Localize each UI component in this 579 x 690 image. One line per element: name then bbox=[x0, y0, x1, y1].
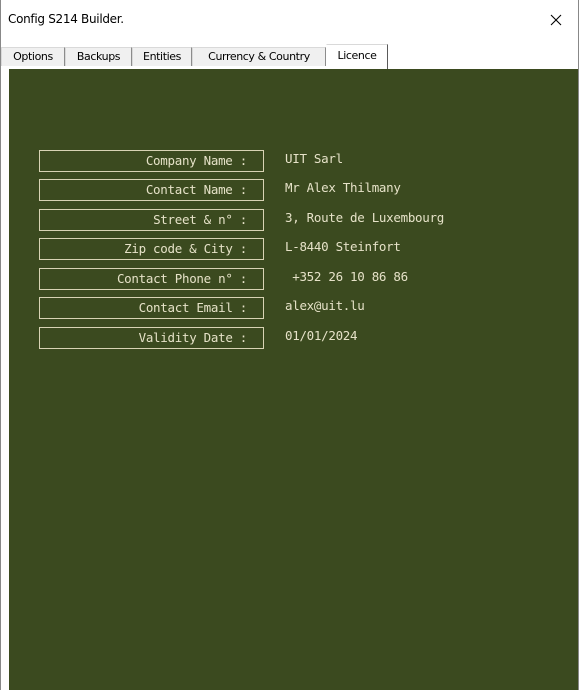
licence-panel: Company Name : UIT Sarl Contact Name : M… bbox=[8, 68, 578, 690]
validity-date-label: Validity Date : bbox=[39, 327, 264, 349]
validity-date-value: 01/01/2024 bbox=[285, 328, 358, 343]
street-label: Street & n° : bbox=[39, 209, 264, 231]
window-title: Config S214 Builder. bbox=[8, 12, 124, 26]
contact-phone-label: Contact Phone n° : bbox=[39, 268, 264, 290]
close-button[interactable] bbox=[534, 0, 578, 40]
contact-phone-value: +352 26 10 86 86 bbox=[285, 269, 408, 284]
tab-licence[interactable]: Licence bbox=[326, 44, 388, 69]
tab-currency-country[interactable]: Currency & Country bbox=[192, 47, 326, 66]
company-name-label: Company Name : bbox=[39, 150, 264, 172]
company-name-value: UIT Sarl bbox=[285, 151, 343, 166]
tab-backups[interactable]: Backups bbox=[65, 47, 132, 66]
close-icon bbox=[550, 14, 562, 26]
zip-city-value: L-8440 Steinfort bbox=[285, 239, 401, 254]
street-value: 3, Route de Luxembourg bbox=[285, 210, 444, 225]
contact-email-value: alex@uit.lu bbox=[285, 298, 365, 313]
contact-name-label: Contact Name : bbox=[39, 179, 264, 201]
tab-entities[interactable]: Entities bbox=[132, 47, 192, 66]
title-bar: Config S214 Builder. bbox=[1, 0, 578, 40]
config-window: Config S214 Builder. Options Backups Ent… bbox=[0, 0, 579, 690]
tab-options[interactable]: Options bbox=[1, 47, 65, 66]
tab-strip: Options Backups Entities Currency & Coun… bbox=[1, 44, 578, 69]
contact-email-label: Contact Email : bbox=[39, 297, 264, 319]
contact-name-value: Mr Alex Thilmany bbox=[285, 180, 401, 195]
zip-city-label: Zip code & City : bbox=[39, 238, 264, 260]
